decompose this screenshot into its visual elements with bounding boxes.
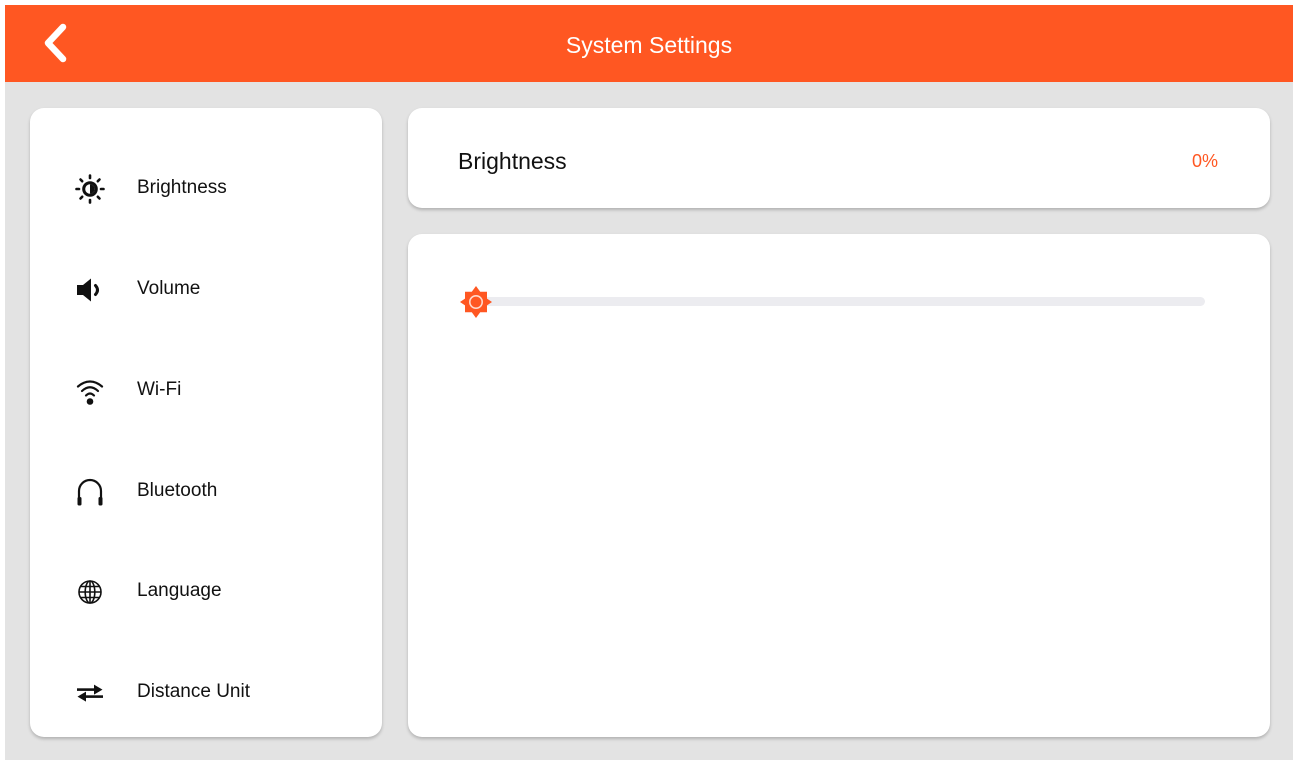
brightness-icon [74, 173, 106, 205]
settings-screen: System Settings Brightness Volume Wi-Fi … [5, 5, 1293, 760]
swap-arrows-icon [74, 677, 106, 709]
sidebar-item-wifi[interactable]: Wi-Fi [30, 345, 382, 435]
app-bar: System Settings [5, 5, 1293, 82]
sidebar-item-language[interactable]: Language [30, 546, 382, 636]
sidebar-item-label: Volume [137, 278, 201, 299]
settings-sidebar: Brightness Volume Wi-Fi Bluetooth Langua… [30, 108, 382, 737]
slider-thumb[interactable] [459, 284, 493, 320]
setting-header: Brightness 0% [408, 108, 1270, 208]
speaker-icon [74, 274, 106, 306]
setting-title: Brightness [458, 148, 567, 174]
slider-track[interactable] [477, 297, 1205, 306]
back-button[interactable] [35, 22, 75, 64]
sun-icon [460, 286, 492, 318]
sidebar-item-distance-unit[interactable]: Distance Unit [30, 647, 382, 737]
sidebar-item-volume[interactable]: Volume [30, 244, 382, 334]
headphones-icon [74, 476, 106, 508]
brightness-slider[interactable] [459, 282, 1205, 322]
setting-value: 0% [1191, 151, 1218, 171]
wifi-icon [74, 375, 106, 407]
sidebar-item-brightness[interactable]: Brightness [30, 143, 382, 233]
globe-icon [74, 576, 106, 608]
sidebar-item-label: Bluetooth [137, 480, 218, 501]
sidebar-item-label: Wi-Fi [137, 379, 182, 400]
sidebar-item-label: Distance Unit [137, 681, 250, 702]
sidebar-item-label: Language [137, 580, 222, 601]
sidebar-item-bluetooth[interactable]: Bluetooth [30, 446, 382, 536]
chevron-left-icon [44, 23, 67, 63]
sidebar-item-label: Brightness [137, 177, 227, 198]
setting-panel [408, 234, 1270, 737]
page-title: System Settings [565, 32, 733, 58]
